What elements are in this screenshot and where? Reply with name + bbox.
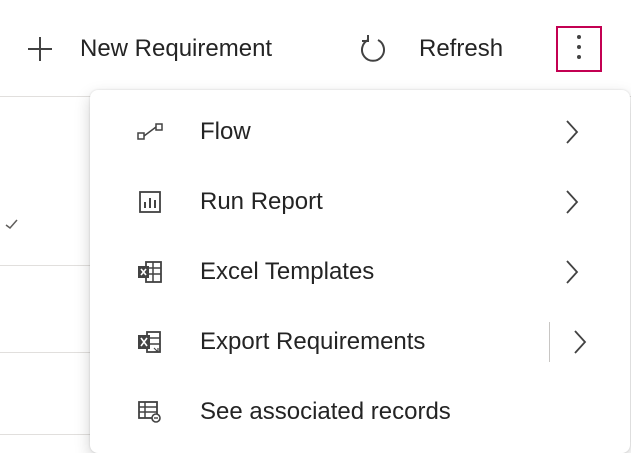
chevron-right-icon: [560, 258, 584, 286]
menu-item-label: Flow: [200, 118, 251, 145]
chevron-right-icon: [560, 118, 584, 146]
checkmark-icon: [4, 216, 20, 232]
menu-item-label: Excel Templates: [200, 258, 375, 285]
menu-item-excel-templates[interactable]: Excel Templates: [90, 237, 630, 307]
grid-row-divider: [0, 352, 92, 353]
more-commands-button[interactable]: [556, 26, 602, 72]
menu-item-label: Run Report: [200, 188, 323, 215]
menu-item-export-requirements[interactable]: Export Requirements: [90, 307, 630, 377]
menu-item-run-report[interactable]: Run Report: [90, 167, 630, 237]
excel-template-icon: [136, 258, 164, 286]
refresh-button[interactable]: Refresh: [355, 27, 503, 71]
menu-item-label: See associated records: [200, 398, 451, 425]
grid-row-divider: [0, 434, 92, 435]
new-requirement-button[interactable]: New Requirement: [22, 27, 272, 71]
overflow-menu: Flow Run Report Excel Templates Export R…: [90, 90, 630, 453]
more-vertical-icon: [576, 34, 582, 65]
grid-row-divider: [0, 265, 92, 266]
report-icon: [136, 188, 164, 216]
flow-icon: [136, 118, 164, 146]
command-bar: New Requirement Refresh: [0, 0, 631, 97]
menu-item-flow[interactable]: Flow: [90, 97, 630, 167]
associated-records-icon: [136, 398, 164, 426]
refresh-label: Refresh: [419, 35, 504, 62]
excel-export-icon: [136, 328, 164, 356]
refresh-icon: [355, 31, 391, 67]
menu-item-label: Export Requirements: [200, 328, 426, 355]
chevron-right-icon[interactable]: [568, 328, 592, 356]
chevron-right-icon: [560, 188, 584, 216]
plus-icon: [22, 31, 58, 67]
split-divider: [549, 322, 550, 362]
new-requirement-label: New Requirement: [80, 35, 273, 62]
menu-item-see-associated-records[interactable]: See associated records: [90, 377, 630, 447]
